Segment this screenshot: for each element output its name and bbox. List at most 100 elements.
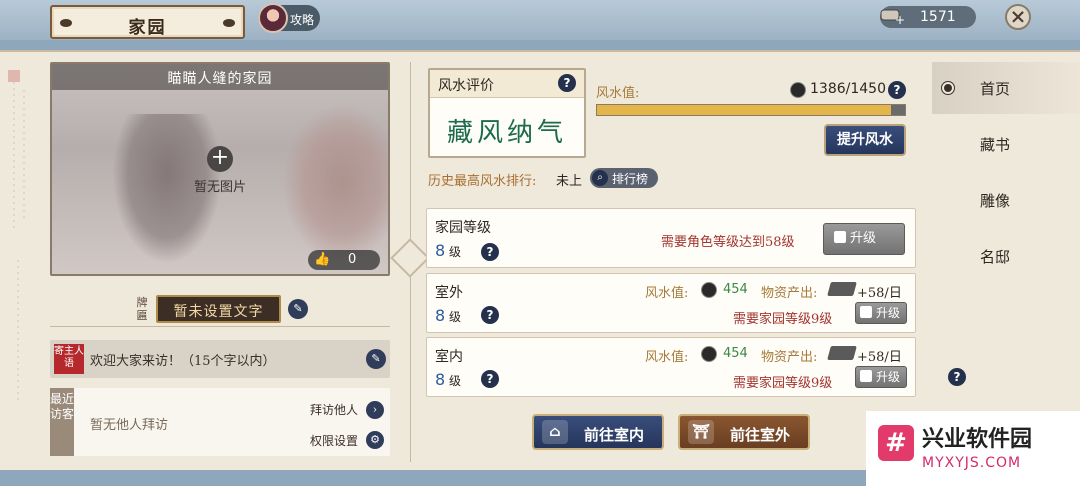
fengshui-label: 风水值:: [645, 350, 689, 365]
requirement-text: 需要家园等级9级: [733, 376, 833, 391]
row-level: 8: [435, 370, 446, 389]
tab-label: 首页: [980, 80, 1011, 98]
plaque-text: 暂未设置文字: [173, 304, 264, 320]
row-level: 8: [435, 306, 446, 325]
visitors-label: 最近访客: [50, 388, 74, 456]
improve-fengshui-button[interactable]: 提升风水: [824, 124, 906, 156]
material-value: +58/日: [857, 286, 902, 301]
row-title: 室外: [435, 285, 463, 301]
outdoor-row: 室外 8 级 ? 风水值: 454 物资产出: +58/日 需要家园等级9级 升…: [426, 273, 916, 333]
tab-label: 藏书: [980, 136, 1011, 154]
material-label: 物资产出:: [761, 350, 818, 365]
help-icon[interactable]: ?: [948, 368, 966, 386]
upgrade-button[interactable]: 升级: [855, 302, 907, 324]
row-level-unit: 级: [449, 310, 462, 324]
upgrade-label: 升级: [850, 231, 877, 246]
watermark: # 兴业软件园 MYXYJS.COM: [866, 411, 1080, 486]
leaderboard-button[interactable]: ⌕ 排行榜: [590, 168, 658, 188]
tab-label: 雕像: [980, 192, 1011, 210]
plaque[interactable]: 暂未设置文字: [156, 295, 281, 323]
help-icon[interactable]: ?: [888, 81, 906, 99]
help-icon[interactable]: ?: [481, 243, 499, 261]
pavilion-icon: ⛩: [688, 420, 714, 444]
tab-mansion[interactable]: 名邸: [932, 230, 1080, 282]
title-plate: 家园: [50, 5, 245, 39]
go-outdoor-label: 前往室外: [730, 426, 791, 444]
currency-display[interactable]: + 1571: [880, 6, 976, 28]
edit-plaque-icon[interactable]: ✎: [288, 299, 308, 319]
plaque-label: 牌匾: [136, 296, 148, 322]
fengshui-coin-icon: [790, 82, 806, 98]
host-message[interactable]: 寄主人语 欢迎大家来访！（15个字以内） ✎: [50, 340, 390, 378]
leaderboard-label: 排行榜: [612, 172, 649, 186]
watermark-url: MYXYJS.COM: [922, 455, 1022, 471]
visitors-empty-text: 暂无他人拜访: [90, 418, 169, 433]
like-button[interactable]: 👍 0: [308, 250, 380, 270]
calligraphy-decoration: [8, 70, 25, 400]
tab-library[interactable]: 藏书: [932, 118, 1080, 170]
help-icon[interactable]: ?: [481, 370, 499, 388]
page-title: 家园: [128, 18, 167, 38]
requirement-text: 需要家园等级9级: [733, 312, 833, 327]
help-icon[interactable]: ?: [558, 74, 576, 92]
avatar: [258, 3, 288, 33]
fengshui-header-text: 风水评价: [438, 78, 494, 94]
go-indoor-button[interactable]: ⌂ 前往室内: [532, 414, 664, 450]
fengshui-coin-icon: [701, 282, 717, 298]
thumbs-up-icon: 👍: [314, 252, 331, 267]
selected-dot-icon: [942, 82, 954, 94]
upgrade-button[interactable]: 升级: [855, 366, 907, 388]
upgrade-button[interactable]: 升级: [823, 223, 905, 255]
home-photo[interactable]: 瞄瞄人缝的家园 + 暂无图片 👍 0: [50, 62, 390, 276]
host-seal: 寄主人语: [54, 344, 84, 374]
home-level-row: 家园等级 8 级 ? 需要角色等级达到58级 升级: [426, 208, 916, 268]
fengshui-card: 风水评价 ? 藏风纳气: [428, 68, 586, 158]
permission-settings-link[interactable]: 权限设置: [310, 432, 358, 449]
recent-visitors: 最近访客 暂无他人拜访 拜访他人 › 权限设置 ⚙: [50, 388, 390, 456]
watermark-logo: #: [878, 425, 914, 461]
rank-label: 历史最高风水排行:: [428, 174, 537, 189]
material-value: +58/日: [857, 350, 902, 365]
no-photo-text: 暂无图片: [193, 180, 246, 195]
gear-icon[interactable]: ⚙: [366, 431, 384, 449]
ornament-icon: [223, 19, 235, 27]
row-title: 室内: [435, 349, 463, 365]
lock-icon: [834, 231, 846, 243]
photo-title: 瞄瞄人缝的家园: [167, 71, 273, 87]
material-icon: [827, 282, 857, 296]
fengshui-grade: 藏风纳气: [446, 118, 567, 148]
material-label: 物资产出:: [761, 286, 818, 301]
svg-text:+: +: [895, 13, 904, 26]
upgrade-label: 升级: [876, 370, 901, 384]
guide-button[interactable]: 攻略: [258, 3, 320, 33]
fengshui-progress-fill: [597, 105, 892, 115]
chevron-right-icon[interactable]: ›: [366, 401, 384, 419]
indoor-row: 室内 8 级 ? 风水值: 454 物资产出: +58/日 需要家园等级9级 升…: [426, 337, 916, 397]
help-icon[interactable]: ?: [481, 306, 499, 324]
go-indoor-label: 前往室内: [584, 426, 645, 444]
edit-message-icon[interactable]: ✎: [366, 349, 386, 369]
row-level-unit: 级: [449, 374, 462, 388]
close-button[interactable]: ×: [1005, 4, 1031, 30]
requirement-text: 需要角色等级达到58级: [661, 235, 795, 250]
fengshui-progress-bar: [596, 104, 906, 116]
fengshui-value: 1386/1450: [810, 81, 886, 97]
host-message-text: 欢迎大家来访！（15个字以内）: [90, 354, 276, 369]
side-tabs: 首页 藏书 雕像 名邸: [932, 62, 1080, 302]
fengshui-value: 454: [723, 346, 748, 361]
fengshui-coin-icon: [701, 346, 717, 362]
fengshui-header: 风水评价 ?: [430, 70, 584, 98]
guide-label: 攻略: [290, 13, 315, 27]
visit-others-link[interactable]: 拜访他人: [310, 401, 358, 418]
add-photo-icon[interactable]: +: [207, 146, 233, 172]
fengshui-label: 风水值:: [645, 286, 689, 301]
currency-value: 1571: [920, 9, 956, 25]
row-level-unit: 级: [449, 245, 462, 259]
top-bar: 家园 攻略 + 1571 ×: [0, 0, 1080, 40]
tab-home[interactable]: 首页: [932, 62, 1080, 114]
lock-icon: [860, 306, 872, 318]
tab-statues[interactable]: 雕像: [932, 174, 1080, 226]
lock-icon: [860, 370, 872, 382]
rank-value: 未上: [556, 174, 583, 189]
go-outdoor-button[interactable]: ⛩ 前往室外: [678, 414, 810, 450]
